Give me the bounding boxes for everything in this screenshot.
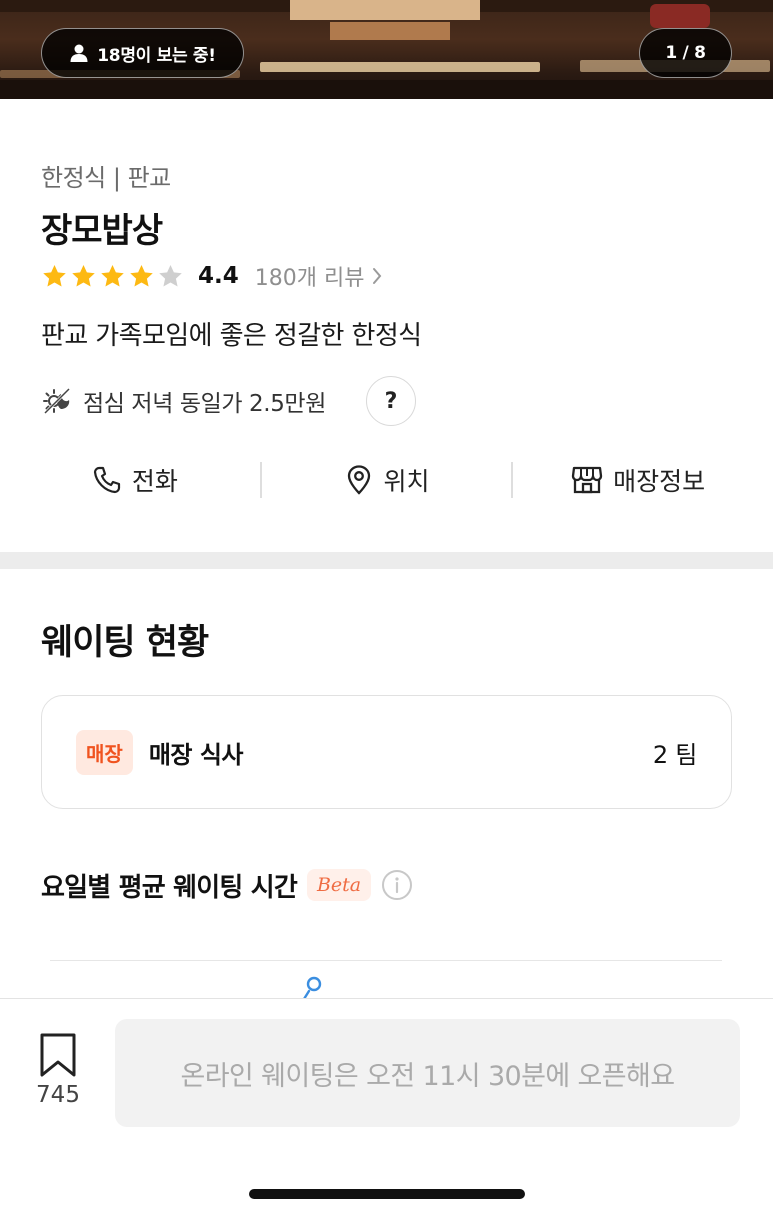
- price-info: 점심 저녁 동일가 2.5만원: [83, 391, 326, 417]
- star-icon: [72, 264, 95, 287]
- home-indicator: [249, 1189, 525, 1199]
- chart-baseline: [50, 960, 722, 961]
- restaurant-category: 한정식 | 판교: [41, 164, 171, 192]
- call-button[interactable]: 전화: [10, 462, 260, 498]
- dine-in-badge: 매장: [76, 729, 133, 775]
- waiting-card: 매장 매장 식사 2 팀: [41, 695, 732, 809]
- rating-value: 4.4: [198, 263, 239, 289]
- star-icon: [101, 264, 124, 287]
- restaurant-name: 장모밥상: [41, 211, 163, 251]
- waiting-team-count: 2 팀: [652, 740, 697, 769]
- bookmark-button[interactable]: 745: [28, 1032, 88, 1108]
- bookmark-icon: [40, 1033, 76, 1077]
- photo-decor: [650, 4, 710, 28]
- store-info-label: 매장정보: [613, 467, 706, 496]
- chevron-right-icon: [373, 268, 382, 284]
- rating-row: 4.4 180개 리뷰: [41, 258, 382, 294]
- day-night-icon: [43, 387, 71, 415]
- star-icon: [130, 264, 153, 287]
- bookmark-count: 745: [36, 1082, 80, 1108]
- info-icon[interactable]: [381, 869, 413, 901]
- dine-in-label: 매장 식사: [148, 740, 244, 769]
- online-waiting-button[interactable]: 온라인 웨이팅은 오전 11시 30분에 오픈해요: [115, 1019, 740, 1127]
- review-count: 180개 리뷰: [254, 266, 365, 291]
- review-link[interactable]: 180개 리뷰: [255, 260, 383, 292]
- location-label: 위치: [383, 467, 430, 496]
- store-icon: [572, 466, 603, 494]
- photo-decor: [290, 0, 480, 20]
- pager-text: 1 / 8: [665, 43, 706, 63]
- store-info-button[interactable]: 매장정보: [513, 462, 763, 498]
- person-icon: [70, 44, 88, 62]
- photo-decor: [0, 80, 773, 99]
- photo-decor: [330, 22, 450, 40]
- hero-photo[interactable]: 18명이 보는 중! 1 / 8: [0, 0, 773, 99]
- beta-badge: Beta: [306, 869, 372, 901]
- star-icon: [43, 264, 66, 287]
- location-button[interactable]: 위치: [262, 462, 512, 498]
- viewers-badge: 18명이 보는 중!: [41, 28, 244, 78]
- star-empty-icon: [159, 264, 182, 287]
- waiting-status-title: 웨이팅 현황: [41, 623, 209, 663]
- avg-waiting-title: 요일별 평균 웨이팅 시간: [41, 872, 298, 903]
- viewers-text: 18명이 보는 중!: [97, 45, 216, 66]
- call-label: 전화: [131, 467, 178, 496]
- price-help-button[interactable]: ?: [365, 376, 416, 426]
- section-divider: [0, 552, 773, 569]
- price-row: 점심 저녁 동일가 2.5만원 ?: [41, 376, 416, 426]
- avg-waiting-header: 요일별 평균 웨이팅 시간 Beta: [41, 864, 413, 906]
- rating-stars: [41, 263, 184, 290]
- photo-decor: [260, 62, 540, 72]
- location-pin-icon: [347, 465, 370, 495]
- photo-pager: 1 / 8: [639, 28, 732, 78]
- restaurant-tagline: 판교 가족모임에 좋은 정갈한 한정식: [41, 321, 422, 351]
- action-bar: 전화 위치 매장정보: [10, 458, 763, 502]
- phone-icon: [93, 466, 120, 494]
